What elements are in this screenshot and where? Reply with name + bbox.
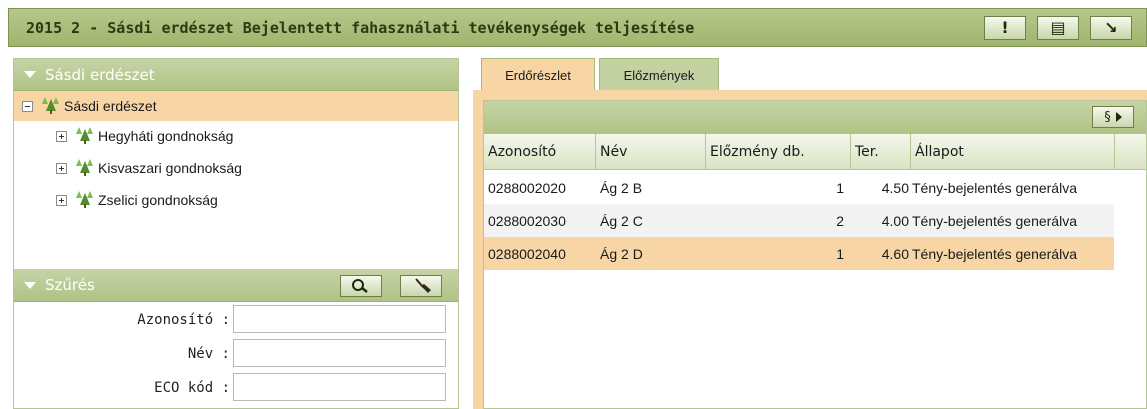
cell-nev: Ág 2 D: [600, 245, 643, 262]
cell-allapot: Tény-bejelentés generálva: [912, 245, 1077, 262]
exclamation-icon: !: [1001, 18, 1009, 37]
tree-node-zselici[interactable]: Zselici gondnokság: [14, 185, 218, 215]
filter-panel-title: Szűrés: [45, 276, 95, 294]
cell-ter: 4.50: [881, 179, 909, 196]
minimize-button[interactable]: ↘: [1090, 16, 1132, 40]
section-button[interactable]: §: [1092, 106, 1134, 128]
eco-kod-label: ECO kód :: [154, 380, 230, 396]
column-header-nev[interactable]: Név: [596, 134, 706, 170]
form-row-azonosito: Azonosító :: [14, 302, 458, 336]
column-header-elozmeny-db[interactable]: Előzmény db.: [706, 134, 851, 170]
cell-elozmeny-db: 1: [836, 179, 844, 196]
cell-nev: Ág 2 B: [600, 179, 643, 196]
tree-node-kisvaszari[interactable]: Kisvaszari gondnokság: [14, 153, 242, 183]
cell-ter: 4.00: [881, 212, 909, 229]
organization-tree: Sásdi erdészet Hegyháti gondnokság Kisva…: [14, 91, 458, 266]
forest-icon: [76, 127, 94, 145]
collapse-triangle-icon[interactable]: [24, 281, 36, 289]
search-icon: [352, 279, 368, 293]
play-arrow-icon: [1115, 112, 1122, 122]
tree-panel-title: Sásdi erdészet: [45, 65, 155, 84]
arrow-down-right-icon: ↘: [1104, 18, 1118, 37]
column-header-allapot[interactable]: Állapot: [911, 134, 1115, 170]
search-button[interactable]: [340, 275, 382, 297]
collapse-icon[interactable]: [22, 100, 33, 112]
cell-nev: Ág 2 C: [600, 212, 643, 229]
right-panel: Erdőrészlet Előzmények § Azonosító Név E…: [473, 58, 1147, 409]
tree-node-hegyhati[interactable]: Hegyháti gondnokság: [14, 121, 233, 151]
column-header-ter[interactable]: Ter.: [851, 134, 911, 170]
form-row-eco-kod: ECO kód :: [14, 370, 458, 404]
column-header-azonosito[interactable]: Azonosító: [484, 134, 596, 170]
grid-header: Azonosító Név Előzmény db. Ter. Állapot: [484, 134, 1146, 170]
tab-elozmenyek[interactable]: Előzmények: [599, 58, 719, 91]
tree-node-label: Zselici gondnokság: [98, 192, 218, 208]
table-row[interactable]: 0288002020 Ág 2 B 1 4.50 Tény-bejelentés…: [484, 171, 1114, 204]
table-row[interactable]: 0288002040 Ág 2 D 1 4.60 Tény-bejelentés…: [484, 237, 1114, 270]
expand-icon[interactable]: [56, 162, 67, 174]
eco-kod-input[interactable]: [233, 373, 446, 401]
nev-input[interactable]: [233, 339, 446, 367]
nev-label: Név :: [187, 346, 230, 362]
broom-icon: [415, 278, 431, 293]
grid-toolbar: §: [484, 101, 1146, 134]
filter-panel-header[interactable]: Szűrés: [14, 269, 458, 302]
clear-filter-button[interactable]: [400, 275, 442, 297]
tree-node-label: Kisvaszari gondnokság: [98, 160, 242, 176]
tab-erdoreszlet[interactable]: Erdőrészlet: [481, 58, 595, 91]
document-button[interactable]: ▤: [1037, 16, 1079, 40]
window-title: 2015 2 - Sásdi erdészet Bejelentett faha…: [26, 19, 695, 37]
tree-node-label: Sásdi erdészet: [64, 98, 157, 114]
section-sign: §: [1104, 109, 1111, 125]
azonosito-label: Azonosító :: [137, 312, 230, 328]
tree-node-label: Hegyháti gondnokság: [98, 128, 234, 144]
table-row[interactable]: 0288002030 Ág 2 C 2 4.00 Tény-bejelentés…: [484, 204, 1114, 237]
expand-icon[interactable]: [56, 130, 67, 142]
cell-allapot: Tény-bejelentés generálva: [912, 179, 1077, 196]
forest-icon: [76, 159, 94, 177]
cell-elozmeny-db: 2: [836, 212, 844, 229]
cell-azonosito: 0288002020: [488, 179, 566, 196]
tree-panel-header[interactable]: Sásdi erdészet: [14, 59, 458, 91]
cell-allapot: Tény-bejelentés generálva: [912, 212, 1077, 229]
window-title-bar: 2015 2 - Sásdi erdészet Bejelentett faha…: [8, 8, 1147, 47]
forest-icon: [42, 97, 60, 115]
alert-button[interactable]: !: [984, 16, 1026, 40]
expand-icon[interactable]: [56, 194, 67, 206]
form-row-nev: Név :: [14, 336, 458, 370]
cell-elozmeny-db: 1: [836, 245, 844, 262]
cell-azonosito: 0288002040: [488, 245, 566, 262]
cell-azonosito: 0288002030: [488, 212, 566, 229]
document-icon: ▤: [1050, 18, 1066, 37]
left-panel: Sásdi erdészet Sásdi erdészet Hegyháti g…: [13, 58, 459, 409]
tab-content-frame: § Azonosító Név Előzmény db. Ter. Állapo…: [473, 90, 1147, 409]
azonosito-input[interactable]: [233, 305, 446, 333]
cell-ter: 4.60: [881, 245, 909, 262]
collapse-triangle-icon[interactable]: [24, 71, 36, 78]
filter-section: Szűrés Azonosító : Név : ECO kód:: [14, 269, 458, 404]
forest-icon: [76, 191, 94, 209]
tree-node-sasdi-erdeszet[interactable]: Sásdi erdészet: [14, 91, 458, 121]
data-grid: § Azonosító Név Előzmény db. Ter. Állapo…: [483, 100, 1147, 409]
